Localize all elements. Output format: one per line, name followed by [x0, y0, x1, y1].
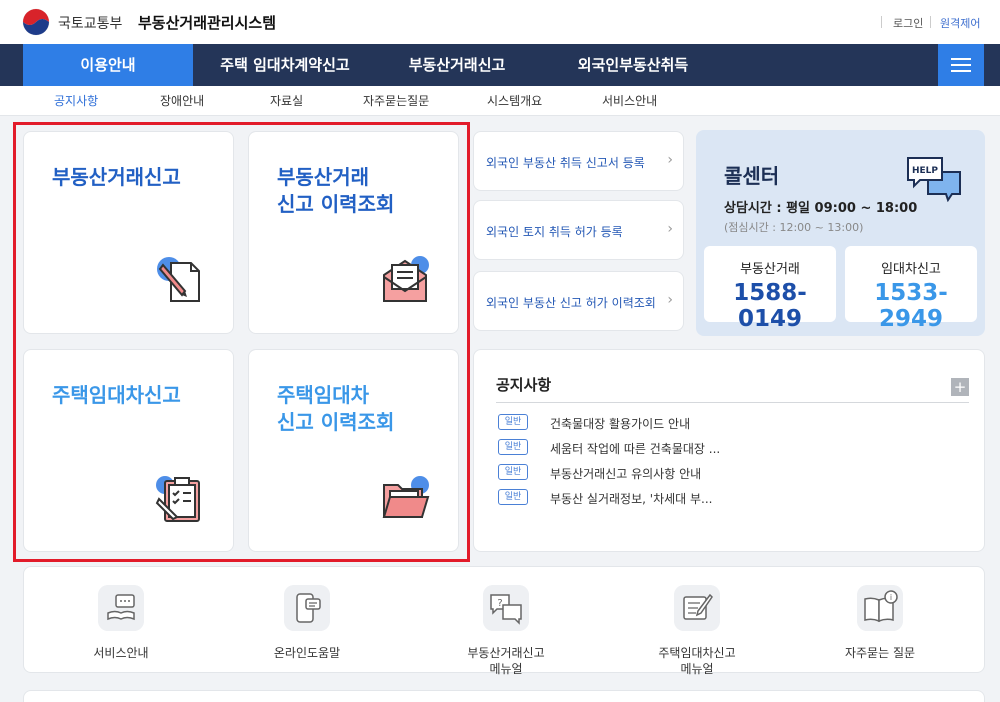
shortcut-label: 주택임대차신고 메뉴얼: [658, 646, 736, 676]
divider: [496, 402, 969, 403]
link-label: 외국인 부동산 신고 허가 이력조회: [486, 296, 656, 310]
highlight-frame: [13, 122, 470, 562]
shortcut-label: 부동산거래신고 메뉴얼: [467, 646, 545, 676]
link-foreign-acquisition-register[interactable]: 외국인 부동산 취득 신고서 등록 ›: [473, 131, 684, 191]
call-center-hours: 상담시간 : 평일 09:00 ~ 18:00: [724, 201, 918, 216]
divider: [881, 16, 882, 28]
subnav-item-resources[interactable]: 자료실: [270, 92, 303, 109]
nav-item-foreign-acquisition[interactable]: 외국인부동산취득: [548, 44, 718, 86]
top-bar: 국토교통부 부동산거래관리시스템 로그인 원격제어: [0, 0, 1000, 44]
link-label: 외국인 부동산 취득 신고서 등록: [486, 156, 645, 170]
category-badge: 일반: [498, 464, 528, 480]
book-chat-icon: [98, 585, 144, 631]
more-plus-icon[interactable]: +: [951, 378, 969, 396]
government-logo-icon[interactable]: [22, 8, 50, 36]
hamburger-menu-icon[interactable]: [938, 44, 984, 86]
help-chat-icon: HELP: [907, 157, 961, 202]
subnav-item-system-overview[interactable]: 시스템개요: [487, 92, 542, 109]
sub-nav: 공지사항 장애안내 자료실 자주묻는질문 시스템개요 서비스안내: [0, 86, 1000, 116]
phone-realestate[interactable]: 부동산거래 1588-0149: [704, 246, 836, 332]
nav-item-guide[interactable]: 이용안내: [23, 44, 193, 86]
phone-label: 임대차신고: [881, 262, 941, 277]
system-name[interactable]: 부동산거래관리시스템: [138, 12, 276, 33]
chevron-right-icon: ›: [667, 221, 673, 237]
info-book-icon: i: [857, 585, 903, 631]
notice-text: 부동산 실거래정보, '차세대 부...: [550, 492, 713, 506]
phone-label: 부동산거래: [740, 262, 800, 277]
shortcut-label: 온라인도움말: [273, 646, 341, 660]
notice-title: 공지사항: [496, 376, 552, 394]
call-center-title: 콜센터: [724, 164, 780, 188]
memo-pen-icon: [674, 585, 720, 631]
subnav-item-service-guide[interactable]: 서비스안내: [602, 92, 657, 109]
link-foreign-permit-history[interactable]: 외국인 부동산 신고 허가 이력조회 ›: [473, 271, 684, 331]
help-text: HELP: [912, 166, 938, 176]
divider: [930, 16, 931, 28]
notice-text: 세움터 작업에 따른 건축물대장 ...: [550, 442, 721, 456]
shortcut-lease-manual[interactable]: 주택임대차신고 메뉴얼: [627, 585, 767, 677]
category-badge: 일반: [498, 414, 528, 430]
ministry-name[interactable]: 국토교통부: [58, 13, 122, 33]
link-foreign-land-permit[interactable]: 외국인 토지 취득 허가 등록 ›: [473, 200, 684, 260]
shortcut-label: 자주묻는 질문: [844, 646, 916, 660]
chevron-right-icon: ›: [667, 292, 673, 308]
call-center-break: (점심시간 : 12:00 ~ 13:00): [724, 221, 864, 234]
login-link[interactable]: 로그인: [893, 15, 923, 31]
link-label: 외국인 토지 취득 허가 등록: [486, 225, 623, 239]
subnav-item-notice[interactable]: 공지사항: [54, 92, 98, 109]
main-nav: 이용안내 주택 임대차계약신고 부동산거래신고 외국인부동산취득: [0, 44, 1000, 86]
shortcut-bar: 서비스안내 온라인도움말 ? 부동산거래신고 메뉴얼 주택임대차신고 메뉴얼 i…: [23, 566, 985, 676]
mobile-help-icon: [284, 585, 330, 631]
shortcut-label: 서비스안내: [93, 646, 149, 660]
notice-panel: 공지사항 + 일반 건축물대장 활용가이드 안내 일반 세움터 작업에 따른 건…: [473, 349, 985, 552]
footer-panel: [23, 690, 985, 702]
phone-number: 1533-2949: [874, 280, 948, 332]
svg-text:i: i: [890, 593, 892, 602]
remote-control-link[interactable]: 원격제어: [940, 15, 980, 31]
category-badge: 일반: [498, 489, 528, 505]
notice-text: 부동산거래신고 유의사항 안내: [550, 467, 702, 481]
question-chat-icon: ?: [483, 585, 529, 631]
svg-text:?: ?: [497, 598, 502, 609]
notice-text: 건축물대장 활용가이드 안내: [550, 417, 691, 431]
shortcut-online-help[interactable]: 온라인도움말: [237, 585, 377, 661]
shortcut-faq[interactable]: i 자주묻는 질문: [810, 585, 950, 661]
nav-item-lease-report[interactable]: 주택 임대차계약신고: [200, 44, 370, 86]
phone-number: 1588-0149: [733, 280, 807, 332]
nav-item-realestate-report[interactable]: 부동산거래신고: [372, 44, 542, 86]
category-badge: 일반: [498, 439, 528, 455]
phone-lease[interactable]: 임대차신고 1533-2949: [845, 246, 977, 332]
subnav-item-faq[interactable]: 자주묻는질문: [363, 92, 429, 109]
subnav-item-outage[interactable]: 장애안내: [160, 92, 204, 109]
chevron-right-icon: ›: [667, 152, 673, 168]
shortcut-realestate-manual[interactable]: ? 부동산거래신고 메뉴얼: [436, 585, 576, 677]
call-center-panel: 콜센터 상담시간 : 평일 09:00 ~ 18:00 (점심시간 : 12:0…: [696, 130, 985, 336]
shortcut-service-guide[interactable]: 서비스안내: [51, 585, 191, 661]
